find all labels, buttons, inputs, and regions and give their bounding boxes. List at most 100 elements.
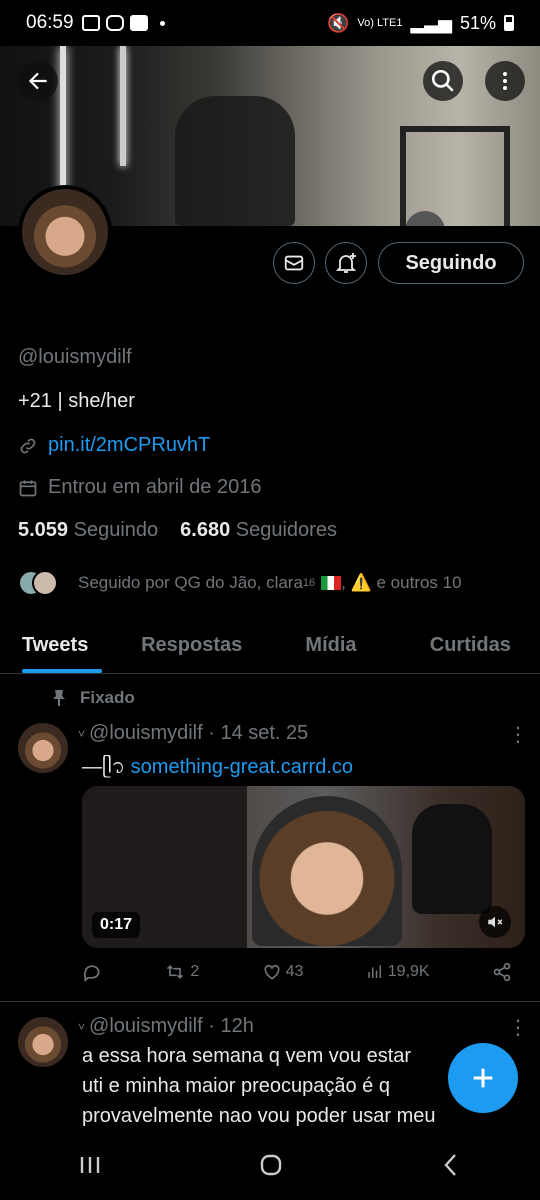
calendar-icon bbox=[19, 480, 37, 496]
joined-row: Entrou em abril de 2016 bbox=[18, 476, 261, 499]
video-subject bbox=[252, 796, 402, 946]
network-label: Vo) LTE1 bbox=[357, 16, 403, 29]
tweet-text: —ᥫ᭡ something-great.carrd.co bbox=[82, 752, 353, 788]
notifications-button[interactable] bbox=[325, 242, 367, 284]
tweet-meta[interactable]: @louismydilf · 12h bbox=[89, 1015, 254, 1038]
retweet-count: 2 bbox=[190, 963, 200, 980]
profile-link[interactable]: pin.it/2mCPRuvhT bbox=[48, 434, 210, 457]
chevron-down-icon: ˅ bbox=[78, 1019, 86, 1034]
tab-media[interactable]: Mídia bbox=[261, 620, 400, 673]
tweet-more-icon[interactable]: ⋮ bbox=[508, 1015, 528, 1040]
status-bar: 06:59 🔇 Vo) LTE1 ▂▃▅ 51% bbox=[0, 0, 540, 46]
tweet-header: ˅ @louismydilf · 12h bbox=[78, 1015, 254, 1038]
followed-by-text: Seguido por QG do Jão, clara bbox=[78, 573, 303, 592]
profile-bio: +21 | she/her bbox=[18, 390, 135, 412]
compose-tweet-button[interactable] bbox=[448, 1043, 518, 1113]
profile-tabs: Tweets Respostas Mídia Curtidas bbox=[0, 620, 540, 674]
more-options-button[interactable] bbox=[485, 61, 525, 101]
tweet-text-line: uti e minha maior preocupação é q bbox=[82, 1075, 390, 1097]
envelope-icon bbox=[284, 255, 304, 271]
home-icon[interactable] bbox=[258, 1152, 284, 1178]
tweet-text-line: a essa hora semana q vem vou estar bbox=[82, 1045, 412, 1067]
search-button[interactable] bbox=[423, 61, 463, 101]
share-icon bbox=[493, 962, 511, 982]
reply-button[interactable] bbox=[82, 962, 102, 982]
like-button[interactable]: 43 bbox=[262, 962, 304, 982]
recent-apps-icon[interactable] bbox=[77, 1153, 103, 1177]
more-dot-icon bbox=[159, 20, 165, 26]
tweet-link[interactable]: something-great.carrd.co bbox=[131, 756, 353, 778]
following-button[interactable]: Seguindo bbox=[378, 242, 524, 284]
tweet-header: ˅ @louismydilf · 14 set. 25 bbox=[78, 722, 308, 745]
tweet-text-prefix: —ᥫ᭡ bbox=[82, 756, 131, 778]
follower-avatar bbox=[32, 570, 58, 596]
status-right: 🔇 Vo) LTE1 ▂▃▅ 51% bbox=[327, 13, 514, 34]
back-arrow-icon bbox=[28, 72, 47, 90]
video-mute-button[interactable] bbox=[479, 906, 511, 938]
views-chart-icon bbox=[368, 965, 381, 978]
message-button[interactable] bbox=[273, 242, 315, 284]
tweet-more-icon[interactable]: ⋮ bbox=[508, 722, 528, 747]
followed-by-more: , ⚠️ e outros 10 bbox=[341, 573, 462, 592]
system-nav-bar bbox=[0, 1130, 540, 1200]
retweet-icon bbox=[167, 964, 184, 980]
youtube-icon bbox=[129, 15, 148, 31]
back-nav-icon[interactable] bbox=[439, 1152, 463, 1178]
tweet-video[interactable]: 0:17 bbox=[82, 786, 525, 948]
profile-handle: @louismydilf bbox=[18, 346, 132, 368]
joined-date: Entrou em abril de 2016 bbox=[48, 476, 262, 498]
profile-link-row: pin.it/2mCPRuvhT bbox=[18, 434, 210, 457]
pin-icon bbox=[53, 690, 65, 706]
heart-icon bbox=[264, 964, 280, 980]
tab-replies[interactable]: Respostas bbox=[122, 620, 261, 673]
status-time: 06:59 bbox=[26, 12, 74, 33]
tweet-divider bbox=[0, 1001, 540, 1002]
italy-flag-icon bbox=[321, 576, 342, 590]
speaker-muted-icon bbox=[488, 916, 503, 928]
plus-icon bbox=[473, 1068, 493, 1088]
tweet-text-line: provavelmente nao vou poder usar meu bbox=[82, 1105, 436, 1127]
banner-figure bbox=[175, 96, 295, 226]
tweet-avatar[interactable] bbox=[18, 723, 68, 773]
back-button[interactable] bbox=[18, 61, 58, 101]
followers-count: 6.680 bbox=[180, 519, 231, 541]
views-button[interactable]: 19,9K bbox=[366, 963, 430, 981]
bell-plus-icon bbox=[335, 253, 357, 273]
following-count: 5.059 bbox=[18, 519, 69, 541]
video-duration: 0:17 bbox=[92, 912, 141, 938]
following-label: Seguindo bbox=[73, 519, 159, 541]
more-vertical-icon bbox=[503, 72, 507, 90]
share-button[interactable] bbox=[492, 962, 512, 982]
follow-counts: 5.059 Seguindo 6.680 Seguidores bbox=[18, 519, 337, 542]
link-icon bbox=[20, 438, 36, 453]
gallery-icon bbox=[81, 15, 100, 31]
following-count-link[interactable]: 5.059 Seguindo bbox=[18, 519, 158, 542]
reply-icon bbox=[83, 965, 100, 982]
notification-icons bbox=[81, 15, 165, 31]
tweet-avatar[interactable] bbox=[18, 1017, 68, 1067]
pinned-label-row: Fixado bbox=[52, 688, 135, 708]
followed-by-sup: 16 bbox=[302, 577, 316, 589]
tweet-actions: 2 43 19,9K bbox=[82, 962, 512, 982]
banner-light bbox=[120, 46, 126, 166]
view-count: 19,9K bbox=[387, 963, 430, 980]
banner-rack bbox=[400, 126, 510, 226]
battery-label: 51% bbox=[459, 12, 496, 33]
followers-label: Seguidores bbox=[235, 519, 337, 541]
profile-avatar[interactable] bbox=[18, 185, 112, 279]
tab-tweets[interactable]: Tweets bbox=[0, 620, 122, 673]
signal-icon: ▂▃▅ bbox=[410, 12, 452, 33]
chevron-down-icon: ˅ bbox=[78, 726, 86, 741]
like-count: 43 bbox=[285, 963, 304, 980]
pinned-label: Fixado bbox=[80, 688, 135, 707]
retweet-button[interactable]: 2 bbox=[164, 962, 199, 982]
tab-likes[interactable]: Curtidas bbox=[401, 620, 540, 673]
followers-count-link[interactable]: 6.680 Seguidores bbox=[180, 519, 337, 542]
battery-icon bbox=[504, 15, 514, 31]
tweet-meta[interactable]: @louismydilf · 14 set. 25 bbox=[89, 722, 308, 745]
instagram-icon bbox=[105, 15, 124, 31]
search-icon bbox=[431, 69, 454, 92]
mute-icon: 🔇 bbox=[326, 12, 350, 33]
followed-by-row[interactable]: Seguido por QG do Jão, clara 16 , ⚠️ e ou… bbox=[18, 570, 462, 596]
banner-light bbox=[60, 46, 66, 196]
